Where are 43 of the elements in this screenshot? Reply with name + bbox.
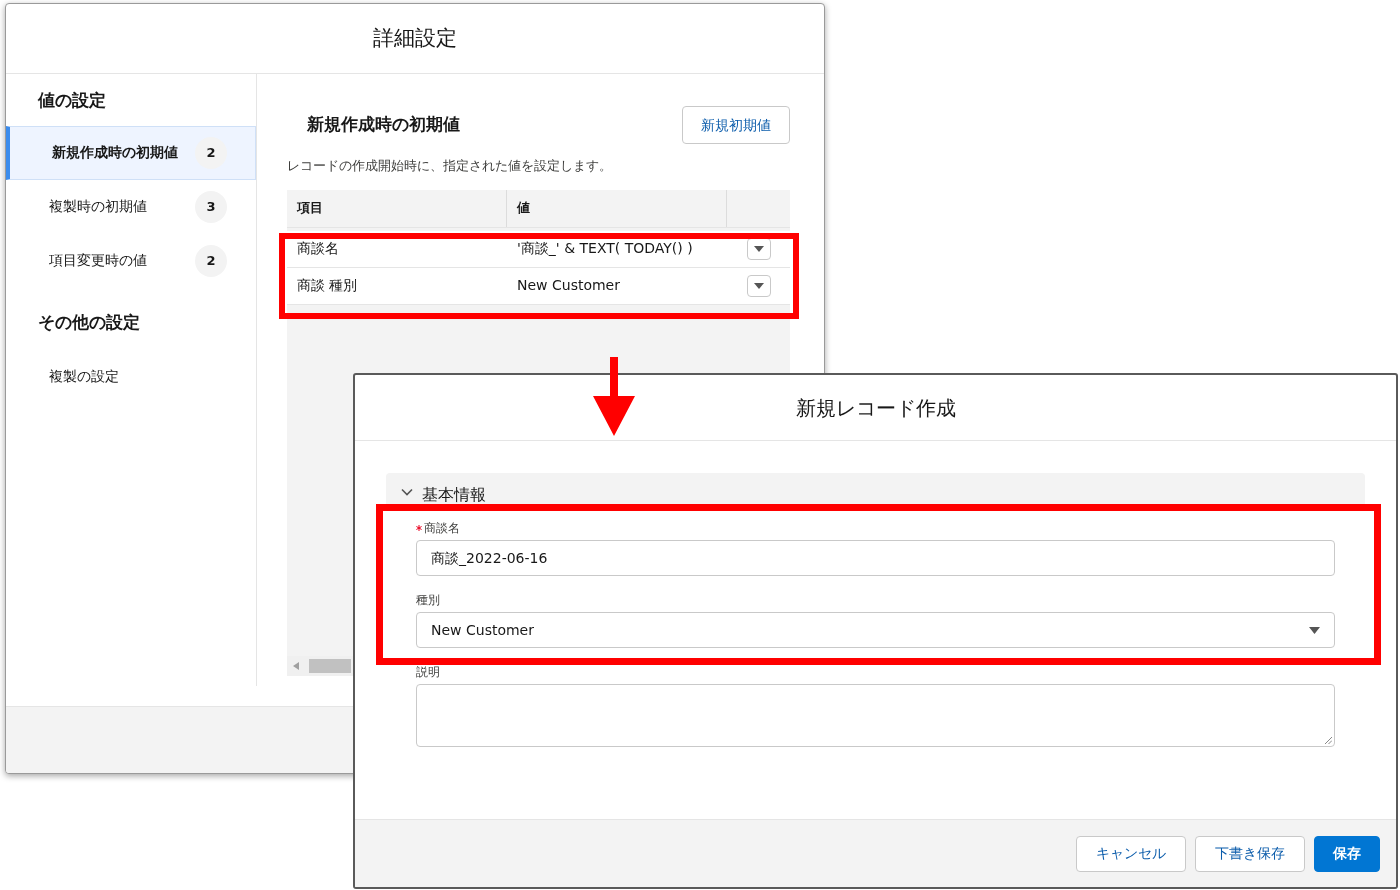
- sidebar-heading: その他の設定: [37, 310, 141, 334]
- item-label: 新規作成時の初期値: [52, 143, 178, 162]
- field-label: 種別: [416, 592, 440, 609]
- text-input-field[interactable]: 商談_2022-06-16: [416, 540, 1335, 576]
- scroll-left-icon[interactable]: [293, 661, 299, 670]
- count-badge: 3: [195, 190, 227, 223]
- section-title: 新規作成時の初期値: [307, 113, 460, 137]
- column-header: 値: [517, 199, 530, 218]
- dialog-title: 新規レコード作成: [795, 394, 956, 422]
- scrollbar-thumb[interactable]: [309, 658, 351, 673]
- down-arrow-icon: [593, 357, 635, 436]
- section-title: 基本情報: [422, 483, 486, 506]
- description-text: レコードの作成開始時に、指定された値を設定します。: [287, 157, 612, 175]
- table-cell-text: New Customer: [516, 276, 621, 295]
- select-field[interactable]: New Customer: [416, 612, 1335, 648]
- footer-button[interactable]: 下書き保存: [1195, 835, 1305, 872]
- table-cell-text: '商談_' & TEXT( TODAY() ): [516, 239, 694, 258]
- caret-icon: [754, 245, 764, 252]
- footer-button[interactable]: キャンセル: [1076, 835, 1186, 872]
- resize-handle-icon[interactable]: [1324, 736, 1332, 744]
- count-badge: 2: [195, 136, 227, 169]
- dialog-title: 詳細設定: [373, 24, 457, 52]
- sidebar-item[interactable]: 新規作成時の初期値 2: [6, 125, 256, 180]
- table-cell-text: 商談名: [296, 239, 340, 258]
- sidebar-item[interactable]: 項目変更時の値 2: [6, 233, 256, 288]
- field-label: 商談名: [424, 520, 460, 537]
- caret-icon: [1309, 626, 1320, 634]
- item-label: 複製時の初期値: [49, 197, 147, 216]
- item-label: 複製の設定: [49, 366, 119, 386]
- row-action-button[interactable]: [747, 237, 771, 260]
- column-header: 項目: [297, 199, 323, 218]
- textarea-field[interactable]: [416, 684, 1335, 747]
- table-cell-text: 商談 種別: [296, 276, 359, 295]
- row-action-button[interactable]: [747, 274, 771, 297]
- sidebar-item[interactable]: 複製時の初期値 3: [6, 179, 256, 234]
- sidebar-heading: 値の設定: [37, 89, 107, 112]
- item-label: 項目変更時の値: [49, 251, 147, 270]
- count-badge: 2: [195, 244, 227, 277]
- field-label: 説明: [416, 664, 440, 681]
- new-default-button[interactable]: 新規初期値: [682, 106, 790, 144]
- caret-icon: [754, 282, 764, 289]
- save-button[interactable]: 保存: [1314, 835, 1380, 872]
- sidebar-item[interactable]: 複製の設定: [6, 349, 256, 403]
